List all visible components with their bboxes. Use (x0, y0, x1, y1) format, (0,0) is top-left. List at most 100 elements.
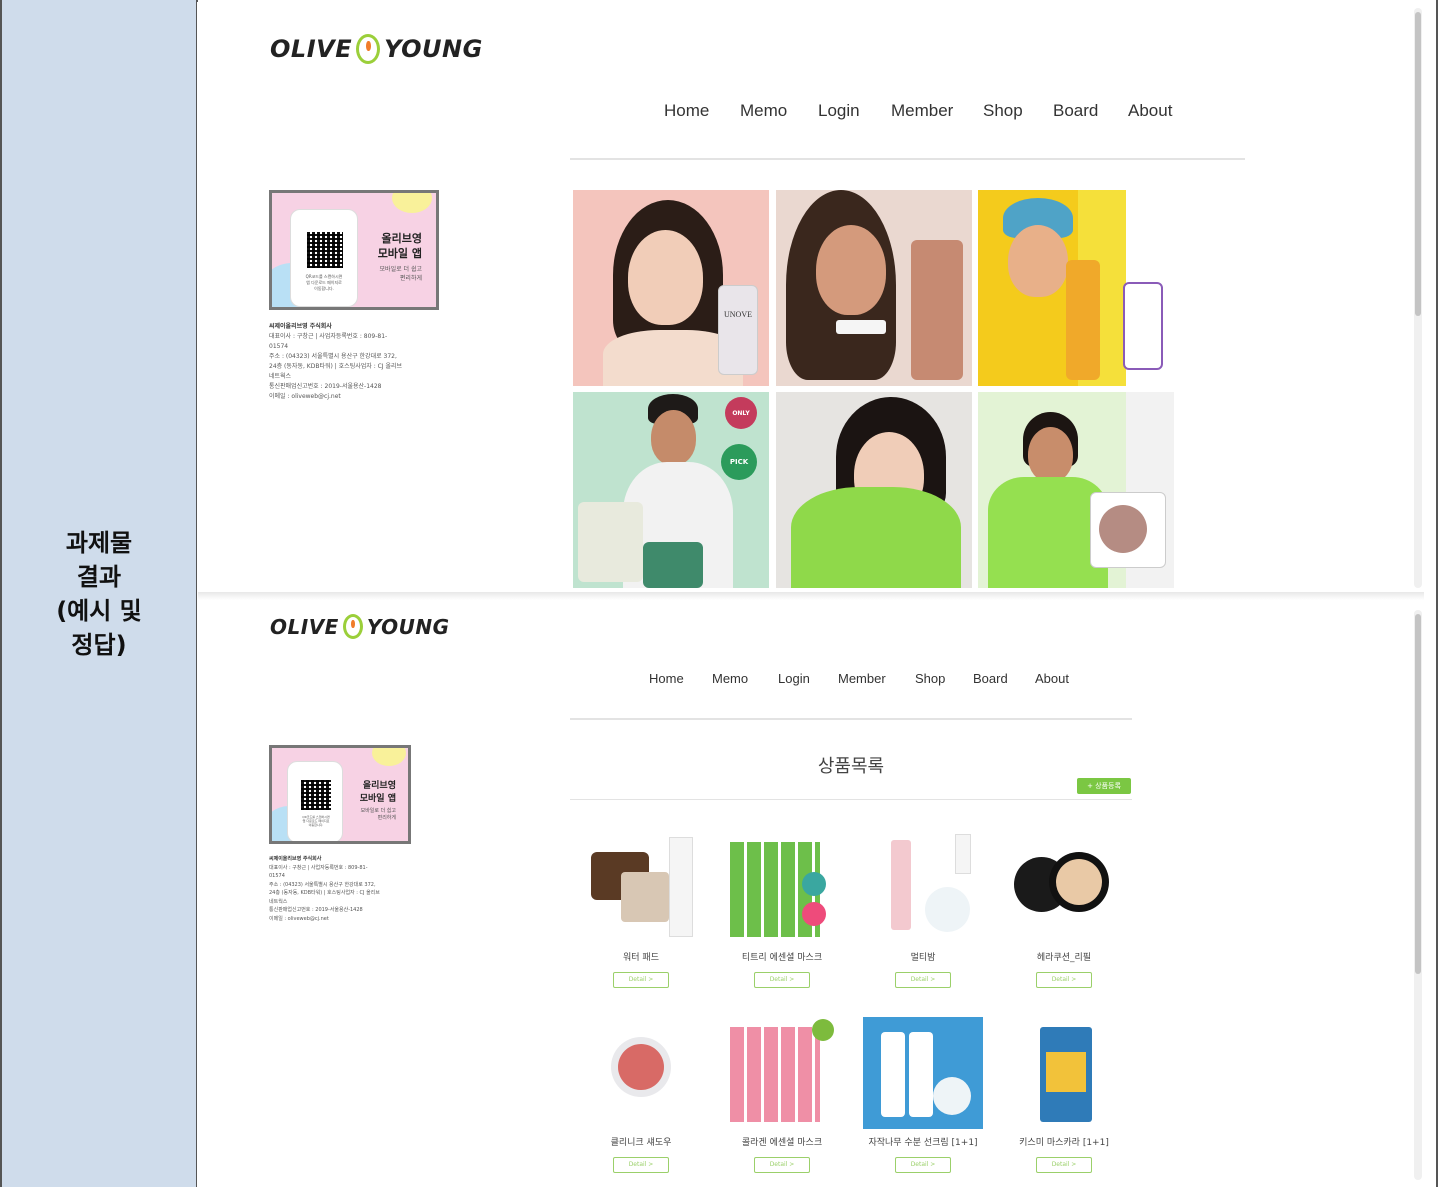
logo-mark-icon (342, 614, 363, 639)
screenshot-shop: OLIVE YOUNG Home Memo Login Member Shop … (198, 600, 1424, 1187)
add-product-button[interactable]: + 상품등록 (1077, 778, 1131, 794)
company-name: 씨제이올리브영 주식회사 (269, 323, 332, 330)
product-name: 자작나무 수분 선크림 [1+1] (868, 1138, 978, 1148)
nav-board[interactable]: Board (973, 671, 1035, 686)
phone-image: QR코드를 스캔하시면 앱 다운로드 페이지로 이동합니다. (290, 209, 358, 307)
page-title: 상품목록 (817, 756, 885, 777)
company-details: 대표이사 : 구창근 | 사업자등록번호 : 809-81- 01574 주소 … (269, 864, 380, 922)
banner-photo-6[interactable] (978, 392, 1174, 588)
company-details: 대표이사 : 구창근 | 사업자등록번호 : 809-81- 01574 주소 … (269, 333, 403, 400)
company-info: 씨제이올리브영 주식회사 대표이사 : 구창근 | 사업자등록번호 : 809-… (269, 322, 449, 402)
product-image (722, 1017, 842, 1129)
nav-board[interactable]: Board (1053, 101, 1128, 121)
product-name: 워터 패드 (623, 953, 659, 963)
pick-badge: PICK (721, 444, 757, 480)
detail-button[interactable]: Detail > (895, 1157, 951, 1173)
sweater-shape (791, 487, 961, 588)
banner-photo-4[interactable]: ONLY PICK (573, 392, 769, 588)
decor-blob (372, 748, 406, 766)
nav-shop[interactable]: Shop (983, 101, 1053, 121)
only-badge: ONLY (725, 397, 757, 429)
tube-shape (881, 1032, 905, 1117)
product-image (1004, 832, 1124, 944)
nav-login[interactable]: Login (778, 671, 838, 686)
product-name: 티트리 에센셜 마스크 (741, 953, 823, 963)
mask-pack-grid (730, 1027, 820, 1122)
product-name: 키스미 마스카라 [1+1] (1019, 1138, 1109, 1148)
nav-home[interactable]: Home (664, 101, 740, 121)
logo[interactable]: OLIVE YOUNG (270, 614, 450, 639)
nav-about[interactable]: About (1035, 671, 1085, 686)
face-shape (816, 225, 886, 315)
product-card[interactable]: 워터 패드 Detail > (576, 832, 706, 988)
nav-home[interactable]: Home (649, 671, 712, 686)
detail-button[interactable]: Detail > (613, 972, 669, 988)
detail-button[interactable]: Detail > (1036, 1157, 1092, 1173)
banner-photo-5[interactable] (776, 392, 972, 588)
nav-memo[interactable]: Memo (712, 671, 778, 686)
choker-shape (836, 320, 886, 334)
section-shadow (198, 592, 1424, 600)
banner-photo-2[interactable] (776, 190, 972, 386)
company-info: 씨제이올리브영 주식회사 대표이사 : 구창근 | 사업자등록번호 : 809-… (269, 855, 419, 923)
banner-photo-3[interactable] (978, 190, 1174, 386)
detail-button[interactable]: Detail > (754, 972, 810, 988)
detail-button[interactable]: Detail > (754, 1157, 810, 1173)
product-card[interactable]: 콜라겐 에센셜 마스크 Detail > (717, 1017, 847, 1173)
decor-blob (392, 193, 432, 213)
detail-button[interactable]: Detail > (613, 1157, 669, 1173)
promo-subtitle: 모바일로 더 쉽고 편리하게 (379, 266, 422, 282)
product-box (578, 502, 643, 582)
logo-text-left: OLIVE (270, 614, 339, 639)
scroll-thumb[interactable] (1415, 12, 1421, 316)
product-name: 헤라쿠션_리필 (1036, 953, 1092, 963)
blush-pan (618, 1044, 664, 1090)
badge-circle (802, 872, 826, 896)
scrollbar[interactable] (1414, 610, 1422, 1180)
gift-circle (925, 887, 970, 932)
product-image (581, 1017, 701, 1129)
scrollbar[interactable] (1414, 8, 1422, 588)
face-shape (651, 410, 696, 465)
nav-member[interactable]: Member (891, 101, 983, 121)
promo-tag (669, 837, 693, 937)
face-shape (628, 230, 703, 325)
face-shape (1008, 225, 1068, 297)
product-card[interactable]: 멀티밤 Detail > (858, 832, 988, 988)
qr-code-icon (307, 232, 343, 268)
main-nav: Home Memo Login Member Shop Board About (649, 671, 1085, 686)
nav-shop[interactable]: Shop (915, 671, 973, 686)
logo[interactable]: OLIVE YOUNG (270, 34, 483, 64)
promo-title: 올리브영 모바일 앱 (377, 232, 422, 260)
logo-text-right: YOUNG (366, 614, 450, 639)
product-image (863, 832, 983, 944)
detail-button[interactable]: Detail > (1036, 972, 1092, 988)
banner-photo-1[interactable]: UNOVE (573, 190, 769, 386)
phone-image: QR코드를 스캔하시면 앱 다운로드 페이지로 이동합니다. (287, 761, 343, 841)
product-card[interactable]: 티트리 에센셜 마스크 Detail > (717, 832, 847, 988)
promo-subtitle: 모바일로 더 쉽고 편리하게 (360, 808, 396, 821)
gift-product (1123, 282, 1163, 370)
stick-shape (891, 840, 911, 930)
scroll-thumb[interactable] (1415, 614, 1421, 974)
app-promo-card[interactable]: QR코드를 스캔하시면 앱 다운로드 페이지로 이동합니다. 올리브영 모바일 … (269, 745, 411, 844)
nav-memo[interactable]: Memo (740, 101, 818, 121)
detail-button[interactable]: Detail > (895, 972, 951, 988)
setting-spray-bottle (1066, 260, 1100, 380)
qr-note: QR코드를 스캔하시면 앱 다운로드 페이지로 이동합니다. (305, 274, 343, 291)
jar-shape (621, 872, 669, 922)
product-card[interactable]: 헤라쿠션_리필 Detail > (999, 832, 1129, 988)
promo-tag (955, 834, 971, 874)
app-promo-card[interactable]: QR코드를 스캔하시면 앱 다운로드 페이지로 이동합니다. 올리브영 모바일 … (269, 190, 439, 310)
product-card[interactable]: 키스미 마스카라 [1+1] Detail > (999, 1017, 1129, 1173)
product-card[interactable]: 클리니크 섀도우 Detail > (576, 1017, 706, 1173)
vegan-badge (812, 1019, 834, 1041)
nav-login[interactable]: Login (818, 101, 891, 121)
nav-member[interactable]: Member (838, 671, 915, 686)
company-name: 씨제이올리브영 주식회사 (269, 856, 322, 862)
box-label (1046, 1052, 1086, 1092)
product-name: 콜라겐 에센셜 마스크 (741, 1138, 823, 1148)
product-card[interactable]: 자작나무 수분 선크림 [1+1] Detail > (858, 1017, 988, 1173)
product-image (1004, 1017, 1124, 1129)
nav-about[interactable]: About (1128, 101, 1188, 121)
